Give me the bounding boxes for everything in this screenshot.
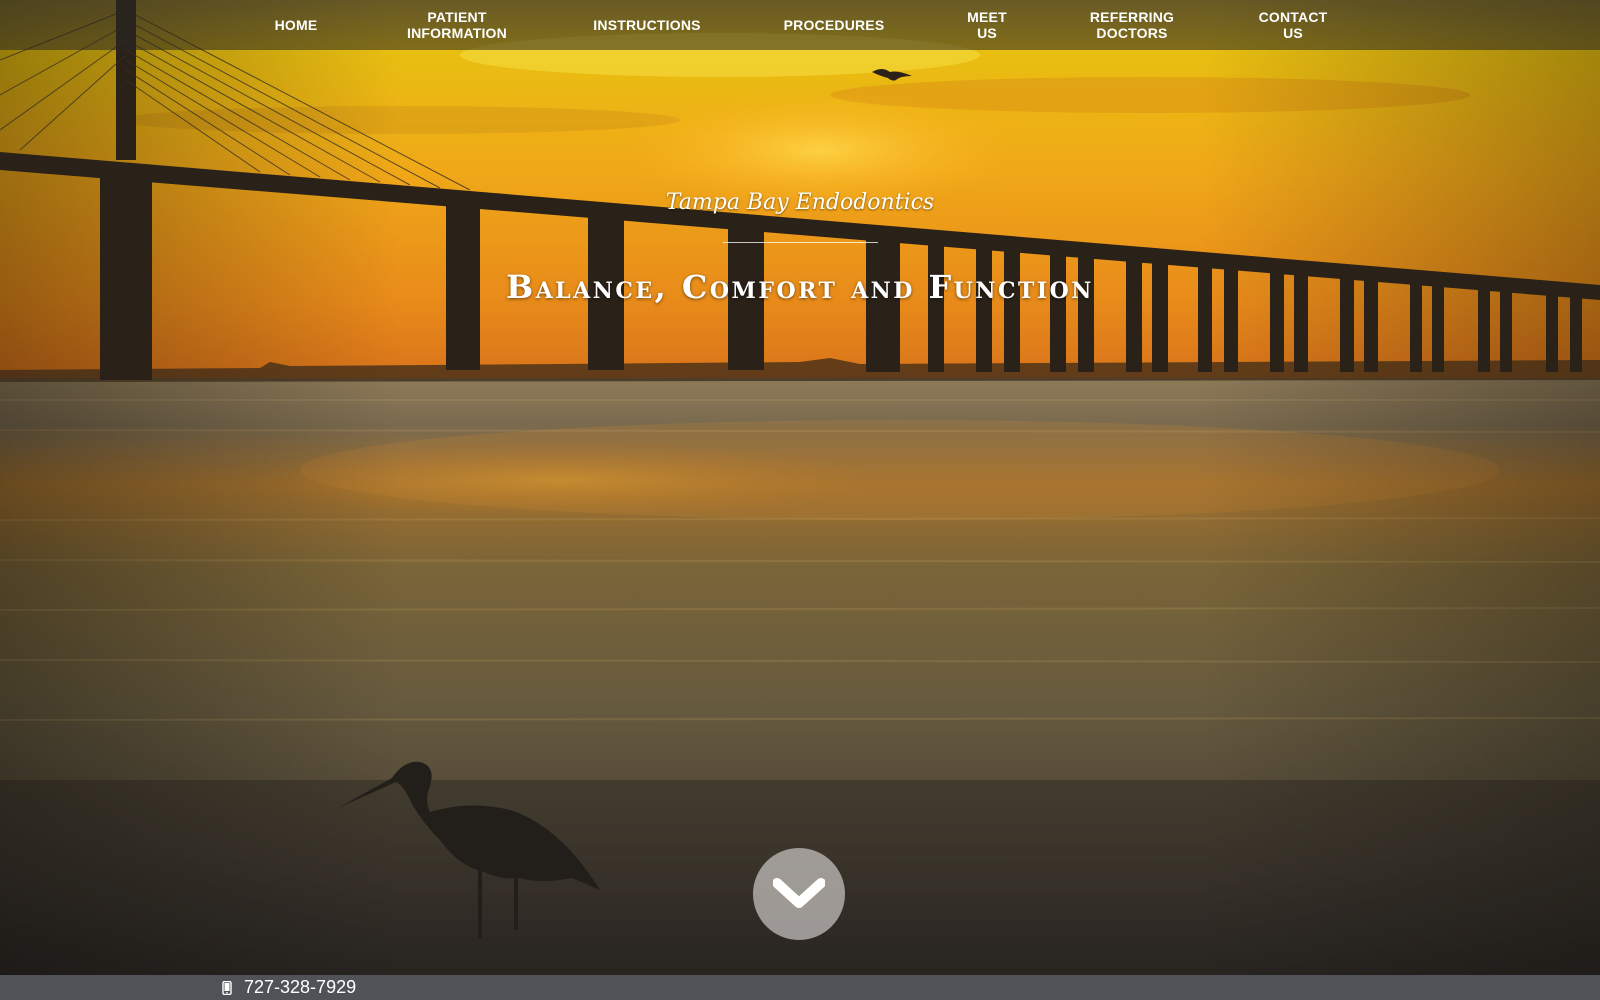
brand-logo-text: Tampa Bay Endodontics [665,190,935,215]
main-navigation: HOME PATIENT INFORMATION INSTRUCTIONS PR… [0,0,1600,50]
nav-item-meet-us[interactable]: MEET US [950,0,1024,50]
hero-tagline: Balance, Comfort and Function [506,268,1094,306]
nav-item-procedures[interactable]: PROCEDURES [772,0,896,50]
phone-link[interactable]: 727-328-7929 [222,975,356,1000]
nav-item-home[interactable]: HOME [250,0,342,50]
brand-divider [723,242,878,243]
mobile-phone-icon [222,980,232,995]
nav-item-instructions[interactable]: INSTRUCTIONS [582,0,712,50]
page: HOME PATIENT INFORMATION INSTRUCTIONS PR… [0,0,1600,1000]
sunset-bridge-scene [0,0,1600,975]
phone-number: 727-328-7929 [244,977,357,997]
nav-item-patient-information[interactable]: PATIENT INFORMATION [394,0,520,50]
contact-bar: 727-328-7929 [0,975,1600,1000]
nav-item-referring-doctors[interactable]: REFERRING DOCTORS [1080,0,1184,50]
chevron-down-icon [773,878,825,908]
nav-item-contact-us[interactable]: CONTACT US [1248,0,1338,50]
hero-background-image [0,0,1600,975]
scroll-down-button[interactable] [753,848,845,940]
